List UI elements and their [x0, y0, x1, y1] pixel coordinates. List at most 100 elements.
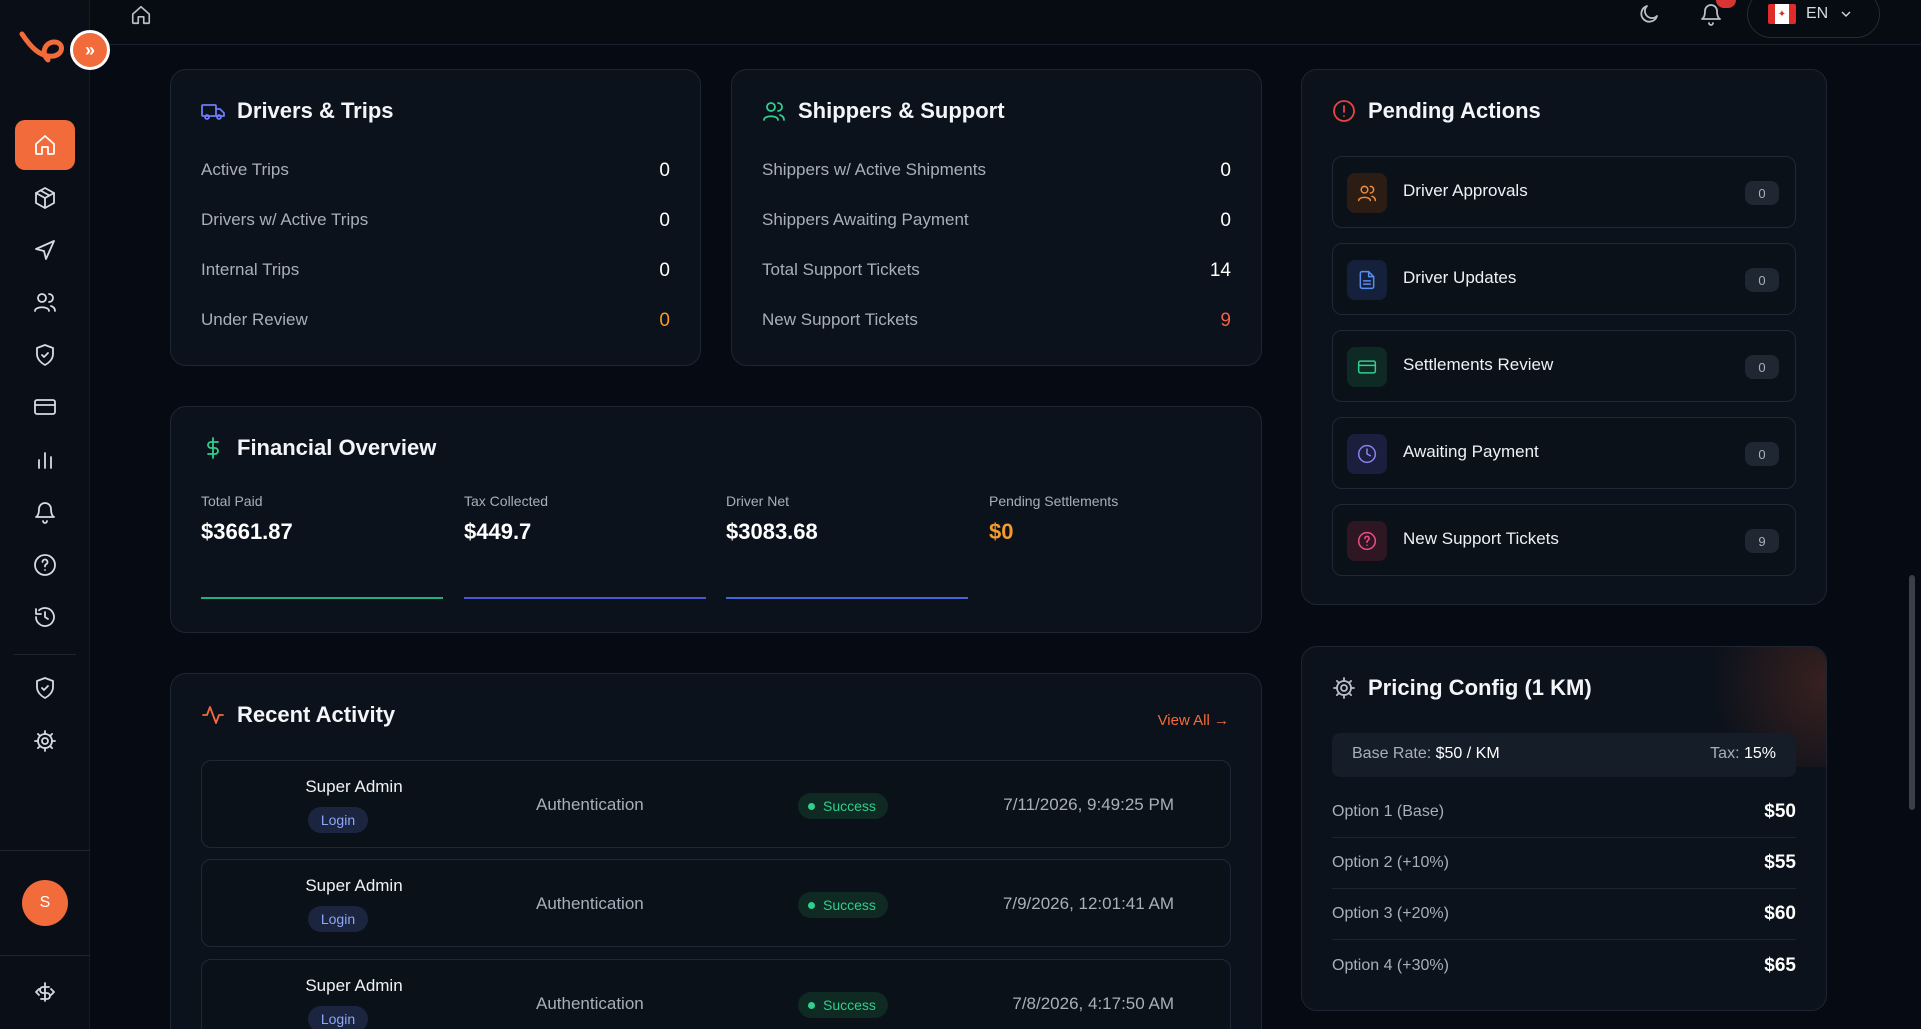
activity-action-badge: Login — [308, 807, 368, 833]
activity-category: Authentication — [536, 795, 644, 814]
fin-driver-net: Driver Net $3083.68 — [726, 493, 818, 544]
help-circle-icon — [1347, 521, 1387, 561]
status-badge: Success — [798, 892, 888, 918]
count-badge: 0 — [1745, 355, 1779, 379]
shield-check-icon — [36, 344, 54, 366]
nav-home[interactable] — [15, 120, 75, 170]
sparkline-tax-collected — [464, 597, 706, 599]
home-icon — [131, 5, 151, 25]
moon-icon — [1640, 5, 1658, 23]
pricing-option: Option 2 (+10%) $55 — [1332, 838, 1796, 889]
currency-exchange-icon — [35, 982, 55, 1002]
nav-send[interactable] — [15, 225, 75, 275]
nav-settings[interactable] — [15, 716, 75, 766]
count-badge: 9 — [1745, 529, 1779, 553]
pricing-option: Option 1 (Base) $50 — [1332, 787, 1796, 838]
nav-payments[interactable] — [15, 382, 75, 432]
activity-row[interactable]: Super Admin Login Authentication Success… — [201, 959, 1231, 1029]
nav-admin-security[interactable] — [15, 663, 75, 713]
pricing-option: Option 4 (+30%) $65 — [1332, 954, 1796, 976]
settings-icon — [34, 730, 56, 752]
stat-total-tickets: Total Support Tickets 14 — [762, 260, 1231, 281]
truck-icon — [201, 104, 225, 120]
notification-badge — [1716, 0, 1736, 8]
users-icon — [34, 293, 56, 312]
count-badge: 0 — [1745, 442, 1779, 466]
fin-total-paid: Total Paid $3661.87 — [201, 493, 293, 544]
nav-packages[interactable] — [15, 173, 75, 223]
theme-toggle-button[interactable] — [1637, 2, 1661, 26]
activity-time: 7/9/2026, 12:01:41 AM — [1002, 894, 1174, 913]
sparkline-total-paid — [201, 597, 443, 599]
card-title: Pricing Config (1 KM) — [1332, 675, 1592, 701]
activity-user: Super Admin — [305, 976, 403, 995]
dollar-icon — [207, 437, 219, 459]
nav-security[interactable] — [15, 330, 75, 380]
language-selector[interactable]: ✦ EN — [1747, 0, 1880, 38]
bell-icon — [35, 502, 55, 524]
activity-category: Authentication — [536, 994, 644, 1013]
base-rate-bar: Base Rate: $50 / KM Tax: 15% — [1332, 733, 1796, 777]
page-scrollbar[interactable] — [1909, 575, 1915, 810]
fin-pending-settlements: Pending Settlements $0 — [989, 493, 1119, 544]
shield-check-icon — [36, 677, 54, 699]
stat-new-tickets: New Support Tickets 9 — [762, 310, 1231, 331]
financial-overview-card: Financial Overview Total Paid $3661.87 Ta… — [170, 406, 1262, 633]
activity-time: 7/8/2026, 4:17:50 AM — [1012, 994, 1174, 1013]
help-circle-icon — [34, 554, 56, 576]
stat-internal-trips: Internal Trips 0 — [201, 260, 670, 281]
sidebar: » S — [0, 0, 110, 1029]
sparkline-driver-net — [726, 597, 968, 599]
home-button[interactable] — [130, 4, 152, 26]
pending-settlements-review[interactable]: Settlements Review 0 — [1332, 330, 1796, 402]
sidebar-divider — [0, 955, 90, 956]
bar-chart-icon — [38, 452, 52, 469]
pending-awaiting-payment[interactable]: Awaiting Payment 0 — [1332, 417, 1796, 489]
sidebar-collapse-button[interactable]: » — [70, 30, 110, 70]
fin-tax-collected: Tax Collected $449.7 — [464, 493, 549, 544]
nav-users[interactable] — [15, 277, 75, 327]
users-icon — [763, 102, 785, 121]
pending-driver-approvals[interactable]: Driver Approvals 0 — [1332, 156, 1796, 228]
sidebar-divider — [0, 850, 90, 851]
activity-user: Super Admin — [305, 777, 403, 796]
pricing-option: Option 3 (+20%) $60 — [1332, 889, 1796, 940]
navigation-icon — [35, 240, 55, 260]
nav-help[interactable] — [15, 540, 75, 590]
credit-card-icon — [34, 399, 56, 415]
count-badge: 0 — [1745, 181, 1779, 205]
card-title: Drivers & Trips — [201, 98, 394, 124]
activity-icon — [202, 706, 224, 724]
history-icon — [35, 607, 55, 627]
activity-row[interactable]: Super Admin Login Authentication Success… — [201, 859, 1231, 947]
card-title: Shippers & Support — [762, 98, 1005, 124]
users-icon — [1347, 173, 1387, 213]
canada-flag-icon: ✦ — [1768, 4, 1796, 24]
status-badge: Success — [798, 992, 888, 1018]
nav-currency[interactable] — [15, 967, 75, 1017]
card-title: Financial Overview — [201, 435, 436, 461]
pending-actions-card: Pending Actions Driver Approvals 0 Drive… — [1301, 69, 1827, 605]
pending-new-support-tickets[interactable]: New Support Tickets 9 — [1332, 504, 1796, 576]
shippers-support-card: Shippers & Support Shippers w/ Active Sh… — [731, 69, 1262, 366]
chevron-down-icon — [1841, 11, 1851, 17]
activity-row[interactable]: Super Admin Login Authentication Success… — [201, 760, 1231, 848]
credit-card-icon — [1347, 347, 1387, 387]
card-title: Recent Activity — [201, 702, 395, 728]
stat-shippers-awaiting: Shippers Awaiting Payment 0 — [762, 210, 1231, 231]
nav-history[interactable] — [15, 592, 75, 642]
pending-driver-updates[interactable]: Driver Updates 0 — [1332, 243, 1796, 315]
activity-time: 7/11/2026, 9:49:25 PM — [1003, 795, 1174, 814]
alert-circle-icon — [1333, 100, 1355, 122]
stat-drivers-active-trips: Drivers w/ Active Trips 0 — [201, 210, 670, 231]
user-avatar[interactable]: S — [22, 880, 68, 926]
nav-reports[interactable] — [15, 435, 75, 485]
package-icon — [35, 187, 55, 209]
drivers-trips-card: Drivers & Trips Active Trips 0 Drivers w/… — [170, 69, 701, 366]
view-all-link[interactable]: View All → — [1158, 712, 1229, 729]
count-badge: 0 — [1745, 268, 1779, 292]
clock-icon — [1347, 434, 1387, 474]
settings-icon — [1333, 677, 1355, 699]
nav-notifications[interactable] — [15, 487, 75, 537]
activity-category: Authentication — [536, 894, 644, 913]
